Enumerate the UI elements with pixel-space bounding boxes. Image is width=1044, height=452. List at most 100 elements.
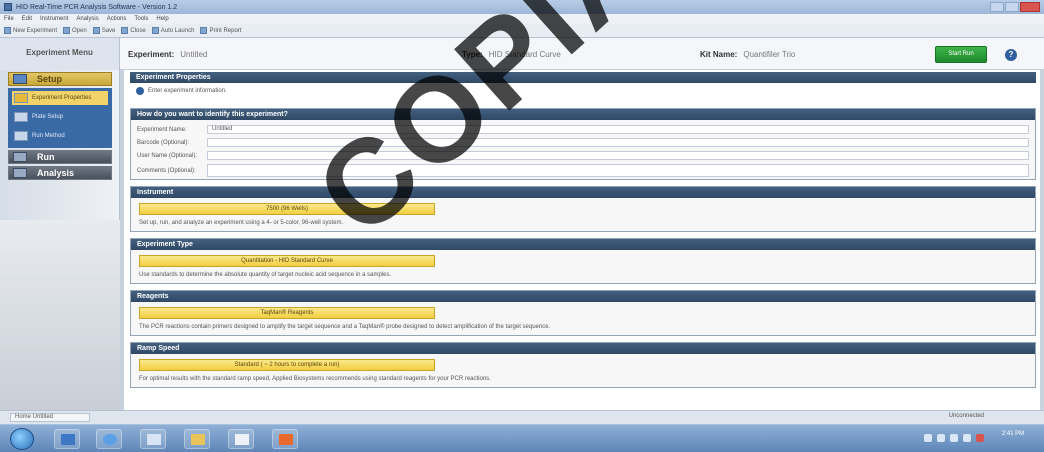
instrument-image: [0, 220, 120, 410]
windows-taskbar: 2:41 PM: [0, 424, 1044, 452]
folder-icon-taskbar: [191, 434, 205, 445]
experiment-name-label: Experiment Name:: [137, 126, 187, 133]
ramp-speed-title: Ramp Speed: [131, 343, 1035, 354]
auto-launch-button[interactable]: Auto Launch: [151, 27, 194, 34]
folder-icon: [63, 27, 71, 34]
window-title: HID Real-Time PCR Analysis Software - Ve…: [16, 3, 178, 11]
nav-setup-button[interactable]: Setup: [8, 72, 112, 86]
taskbar-app-3[interactable]: [140, 429, 166, 449]
nav-run-button[interactable]: Run: [8, 150, 112, 164]
experiment-menu-title: Experiment Menu: [0, 38, 120, 70]
experiment-type-title: Experiment Type: [131, 239, 1035, 250]
tray-volume-icon[interactable]: [963, 434, 971, 442]
tray-alert-icon[interactable]: [976, 434, 984, 442]
maximize-button[interactable]: [1005, 2, 1019, 12]
menu-tools[interactable]: Tools: [134, 16, 148, 22]
subnav-experiment-properties[interactable]: Experiment Properties: [12, 91, 108, 105]
taskbar-explorer[interactable]: [54, 429, 80, 449]
open-button[interactable]: Open: [63, 27, 87, 34]
reagents-selector[interactable]: TaqMan® Reagents: [139, 307, 435, 319]
experiment-value: Untitled: [180, 50, 208, 59]
tray-network-icon[interactable]: [937, 434, 945, 442]
plate-icon: [14, 112, 28, 122]
window-controls: [990, 2, 1040, 12]
menu-edit[interactable]: Edit: [22, 16, 32, 22]
taskbar-pcr-software[interactable]: [228, 429, 254, 449]
reagents-description: The PCR reactions contain primers design…: [139, 324, 551, 330]
help-icon[interactable]: ?: [1005, 49, 1017, 61]
user-name-input[interactable]: [207, 151, 1029, 160]
menu-bar: File Edit Instrument Analysis Actions To…: [0, 14, 1044, 24]
user-name-row: User Name (Optional):: [137, 151, 1029, 160]
run-icon: [13, 152, 27, 162]
toolbar: New Experiment Open Save Close Auto Laun…: [0, 24, 1044, 38]
barcode-label: Barcode (Optional):: [137, 139, 190, 146]
browser-icon: [103, 434, 117, 445]
menu-actions[interactable]: Actions: [107, 16, 127, 22]
minimize-button[interactable]: [990, 2, 1004, 12]
panel-title: Experiment Properties: [130, 72, 1036, 83]
close-experiment-button[interactable]: Close: [121, 27, 146, 34]
office-icon: [279, 434, 293, 445]
comments-textarea[interactable]: [207, 164, 1029, 177]
taskbar-ie[interactable]: [96, 429, 122, 449]
kit-value: Quantifiler Trio: [743, 50, 796, 59]
identify-title: How do you want to identify this experim…: [131, 109, 1035, 120]
close-label: Close: [130, 27, 146, 34]
subnav-run-method[interactable]: Run Method: [12, 129, 108, 143]
close-doc-icon: [121, 27, 129, 34]
instrument-selector[interactable]: 7500 (96 Wells): [139, 203, 435, 215]
type-label: Type:: [462, 50, 483, 59]
kit-display: Kit Name: Quantifiler Trio: [700, 50, 795, 59]
connection-status: Unconnected: [948, 413, 984, 419]
nav-setup-label: Setup: [37, 74, 63, 84]
print-report-label: Print Report: [209, 27, 242, 34]
experiment-name-display: Experiment: Untitled: [128, 50, 207, 59]
reagents-title: Reagents: [131, 291, 1035, 302]
experiment-header: Experiment Menu Experiment: Untitled Type…: [0, 38, 1044, 70]
run-method-icon: [14, 131, 28, 141]
setup-icon: [13, 74, 27, 84]
nav-analysis-button[interactable]: Analysis: [8, 166, 112, 180]
ramp-speed-selector[interactable]: Standard ( ~ 2 hours to complete a run): [139, 359, 435, 371]
start-button[interactable]: [10, 428, 34, 450]
comments-label: Comments (Optional):: [137, 167, 196, 174]
menu-analysis[interactable]: Analysis: [76, 16, 98, 22]
experiment-name-input[interactable]: Untitled: [207, 125, 1029, 134]
instrument-section: Instrument 7500 (96 Wells) Set up, run, …: [130, 186, 1036, 232]
experiment-menu: Setup Experiment Properties Plate Setup …: [0, 70, 120, 410]
taskbar-clock[interactable]: 2:41 PM: [990, 430, 1036, 439]
taskbar-folder[interactable]: [184, 429, 210, 449]
ramp-speed-section: Ramp Speed Standard ( ~ 2 hours to compl…: [130, 342, 1036, 388]
properties-icon: [14, 93, 28, 103]
subnav-run-method-label: Run Method: [32, 133, 65, 139]
save-label: Save: [101, 27, 116, 34]
app-icon: [4, 3, 12, 11]
save-icon: [92, 27, 100, 34]
subnav-experiment-properties-label: Experiment Properties: [32, 95, 92, 101]
identify-section: How do you want to identify this experim…: [130, 108, 1036, 180]
experiment-type-selector[interactable]: Quantitation - HID Standard Curve: [139, 255, 435, 267]
tray-flag-icon[interactable]: [924, 434, 932, 442]
menu-file[interactable]: File: [4, 16, 14, 22]
save-button[interactable]: Save: [92, 27, 116, 34]
reagents-section: Reagents TaqMan® Reagents The PCR reacti…: [130, 290, 1036, 336]
new-experiment-icon: [4, 27, 11, 34]
print-report-button[interactable]: Print Report: [200, 27, 241, 34]
barcode-row: Barcode (Optional):: [137, 138, 1029, 147]
home-tab[interactable]: Home Untitled: [10, 413, 90, 422]
menu-instrument[interactable]: Instrument: [40, 16, 68, 22]
subnav-plate-setup[interactable]: Plate Setup: [12, 110, 108, 124]
info-line: Enter experiment information.: [136, 87, 227, 95]
print-icon: [200, 27, 208, 34]
start-run-button[interactable]: Start Run: [935, 46, 987, 63]
taskbar-office[interactable]: [272, 429, 298, 449]
barcode-input[interactable]: [207, 138, 1029, 147]
instrument-title: Instrument: [131, 187, 1035, 198]
close-button[interactable]: [1020, 2, 1040, 12]
new-experiment-button[interactable]: New Experiment: [4, 27, 57, 34]
menu-help[interactable]: Help: [156, 16, 168, 22]
pcr-app-icon: [235, 434, 249, 445]
properties-intro: Experiment Properties Enter experiment i…: [130, 72, 1036, 98]
tray-monitor-icon[interactable]: [950, 434, 958, 442]
